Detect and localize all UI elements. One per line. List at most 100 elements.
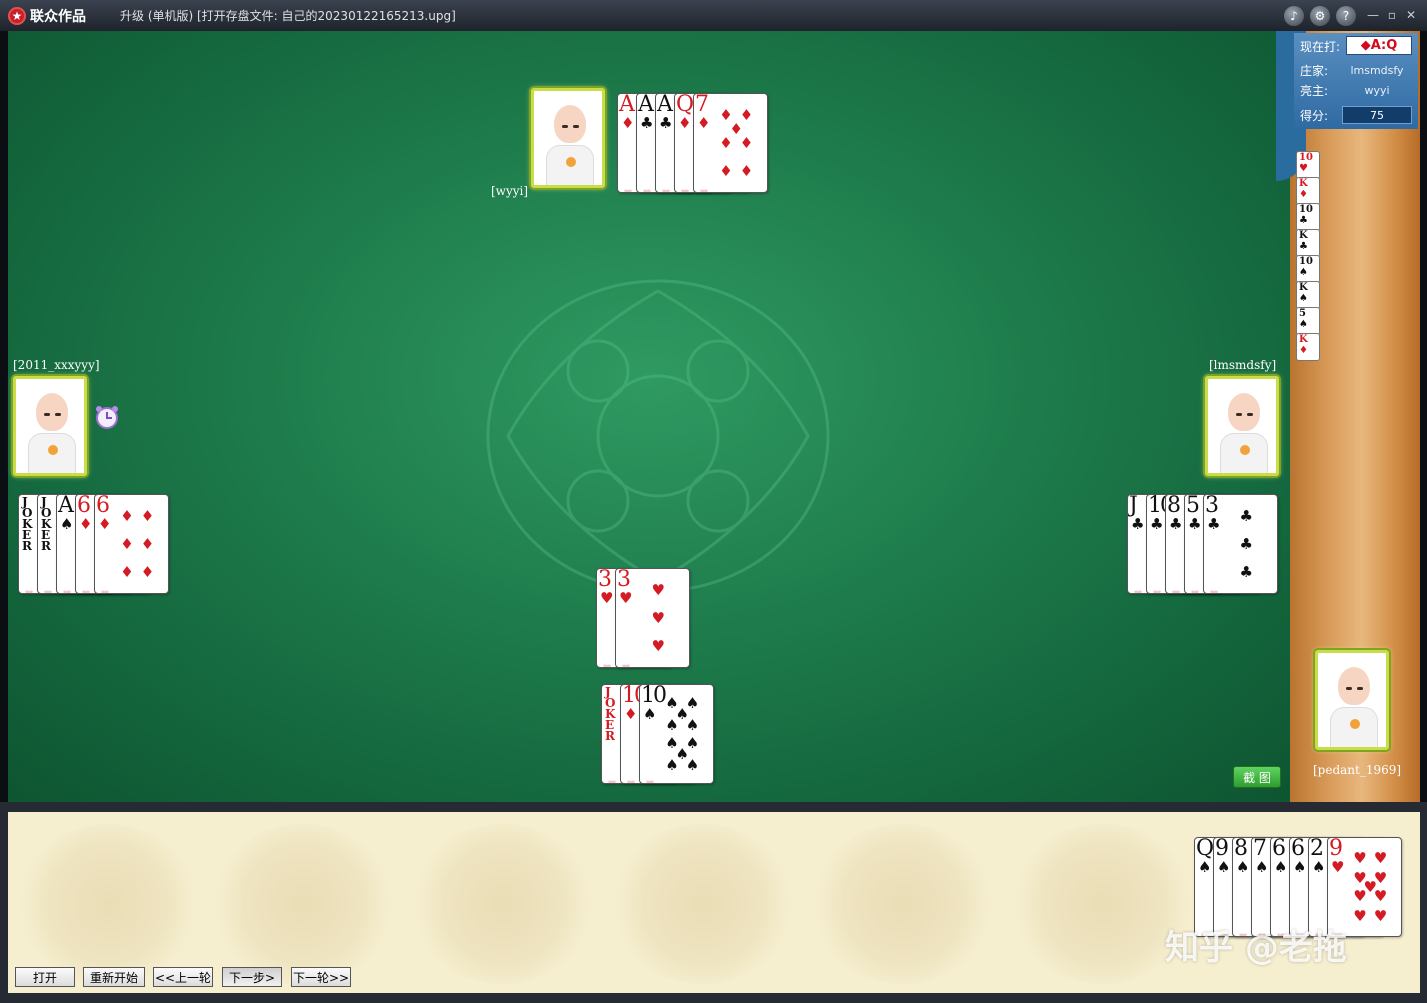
card-suit-icon: ♥: [619, 589, 633, 607]
kitty-card: 10 ♣: [1296, 203, 1320, 231]
card-suit-icon: ♠: [60, 515, 74, 533]
card-rank: 8: [1167, 494, 1181, 518]
settings-icon[interactable]: ⚙: [1310, 6, 1330, 26]
kitty-card-rank: 10: [1299, 256, 1313, 267]
card-rank: 3: [617, 568, 631, 592]
kitty-card-suit-icon: ♣: [1299, 241, 1308, 252]
card-suit-icon: ♠: [1217, 858, 1231, 876]
trick-south-card-2[interactable]: 10 ♠ ♠ ♠ ♠ ♠ ♠ ♠ ♠ ♠ ♠ ♠: [639, 684, 714, 784]
alarm-clock-icon: [96, 406, 118, 429]
card-corner-mark: [601, 656, 613, 667]
kitty-card: K ♠: [1296, 281, 1320, 309]
score-value: 75: [1342, 106, 1412, 124]
kitty-card: 10 ♥: [1296, 151, 1320, 179]
card-rank: 9: [1329, 837, 1343, 861]
card-suit-icon: ♦: [621, 114, 635, 132]
card-rank: 6: [77, 494, 91, 518]
restore-button[interactable]: ▫: [1385, 8, 1399, 22]
card-corner-mark: [622, 181, 634, 192]
card-rank: Q: [1196, 837, 1214, 861]
score-label: 得分:: [1300, 108, 1329, 123]
card-rank: 6: [96, 494, 110, 518]
trump-value: ◆A:Q: [1346, 36, 1412, 55]
kitty-card: K ♣: [1296, 229, 1320, 257]
game-window: ★ 联众作品 升级 (单机版) [打开存盘文件: 自己的202301221652…: [0, 0, 1427, 1003]
card-suit-icon: ♣: [1188, 515, 1202, 533]
card-suit-icon: ♥: [1331, 858, 1345, 876]
card-suit-icon: ♠: [1312, 858, 1326, 876]
sound-icon[interactable]: ♪: [1284, 6, 1304, 26]
kitty-card: K ♦: [1296, 177, 1320, 205]
card-pip-icon: ♦: [140, 562, 155, 581]
card-suit-icon: ♦: [79, 515, 93, 533]
card-suit-icon: ♠: [643, 705, 657, 723]
avatar-south[interactable]: [1315, 650, 1389, 750]
card-pip-icon: ♥: [1373, 887, 1388, 906]
next-step-button[interactable]: 下一步>: [222, 967, 282, 987]
card-pip-icon: ♦: [120, 535, 134, 553]
kitty-card-suit-icon: ♠: [1299, 293, 1308, 304]
player-name-west: [2011_xxxyyy]: [13, 358, 100, 372]
card-suit-icon: ♦: [98, 515, 112, 533]
card-pip-icon: ♦: [140, 507, 155, 526]
minimize-button[interactable]: —: [1366, 8, 1380, 22]
card-pip-icon: ♠: [665, 716, 679, 735]
kitty-card: 10 ♠: [1296, 255, 1320, 283]
card-corner-mark: [1132, 582, 1144, 593]
card-suit-icon: ♣: [1169, 515, 1183, 533]
card-corner-mark: [23, 582, 35, 593]
card-rank: 6: [1291, 837, 1305, 861]
card-pip-icon: ♠: [685, 716, 700, 735]
card-corner-mark: [1170, 582, 1182, 593]
help-icon[interactable]: ?: [1336, 6, 1356, 26]
kitty-card-suit-icon: ♥: [1299, 163, 1308, 174]
card-suit-icon: ♣: [640, 114, 654, 132]
card-pip-icon: ♥: [651, 581, 665, 600]
avatar-east[interactable]: [1205, 376, 1279, 476]
kitty-card-rank: 5: [1299, 308, 1306, 319]
card-corner-mark: [80, 582, 92, 593]
kitty-card-rank: K: [1299, 178, 1308, 189]
game-info-panel: 现在打: ◆A:Q 庄家: lmsmdsfy 亮主: wyyi 得分: 75: [1294, 33, 1418, 129]
card-rank: 2: [1310, 837, 1324, 861]
card-corner-mark: [641, 181, 653, 192]
card-pip-icon: ♠: [665, 755, 679, 774]
kitty-card-suit-icon: ♦: [1299, 189, 1308, 200]
declarer-value: wyyi: [1364, 84, 1390, 97]
card-suit-icon: ♥: [600, 589, 614, 607]
card-pip-icon: ♠: [685, 755, 700, 774]
logo-text: 联众作品: [30, 9, 86, 25]
card-rank: 7: [695, 93, 709, 117]
kitty-card: 5 ♠: [1296, 307, 1320, 335]
card-pip-icon: ♥: [1373, 907, 1388, 926]
prev-round-button[interactable]: <<上一轮: [153, 967, 213, 987]
card-rank: 10: [641, 684, 667, 708]
kitty-card-rank: 10: [1299, 152, 1313, 163]
logo-icon: ★: [8, 7, 26, 25]
trick-center-card-1[interactable]: 3 ♥ ♥ ♥ ♥: [615, 568, 690, 668]
card-suit-icon: ♠: [1274, 858, 1288, 876]
avatar-west[interactable]: [13, 376, 87, 476]
app-logo: ★ 联众作品: [8, 5, 86, 27]
close-button[interactable]: ✕: [1404, 8, 1418, 22]
screenshot-button[interactable]: 截 图: [1233, 766, 1281, 788]
card-pip-icon: ♥: [1353, 907, 1367, 926]
avatar-north[interactable]: [531, 88, 605, 188]
next-round-button[interactable]: 下一轮>>: [291, 967, 351, 987]
trick-west-card-4[interactable]: 6 ♦ ♦ ♦ ♦ ♦ ♦ ♦: [94, 494, 169, 594]
trick-east-card-4[interactable]: 3 ♣ ♣ ♣ ♣: [1203, 494, 1278, 594]
card-corner-mark: [61, 582, 73, 593]
card-rank: JOKER: [22, 495, 33, 553]
card-corner-mark: [625, 772, 637, 783]
card-suit-icon: ♣: [1131, 515, 1145, 533]
trick-north-card-4[interactable]: 7 ♦ ♦ ♦ ♦ ♦ ♦ ♦ ♦: [693, 93, 768, 193]
open-button[interactable]: 打开: [15, 967, 75, 987]
restart-button[interactable]: 重新开始: [83, 967, 145, 987]
card-suit-icon: ♦: [678, 114, 692, 132]
card-suit-icon: ♣: [659, 114, 673, 132]
card-pip-icon: ♣: [1239, 535, 1253, 553]
player-name-east: [lmsmdsfy]: [1209, 358, 1277, 372]
card-suit-icon: ♦: [697, 114, 711, 132]
card-rank: A: [638, 93, 654, 117]
card-corner-mark: [679, 181, 691, 192]
